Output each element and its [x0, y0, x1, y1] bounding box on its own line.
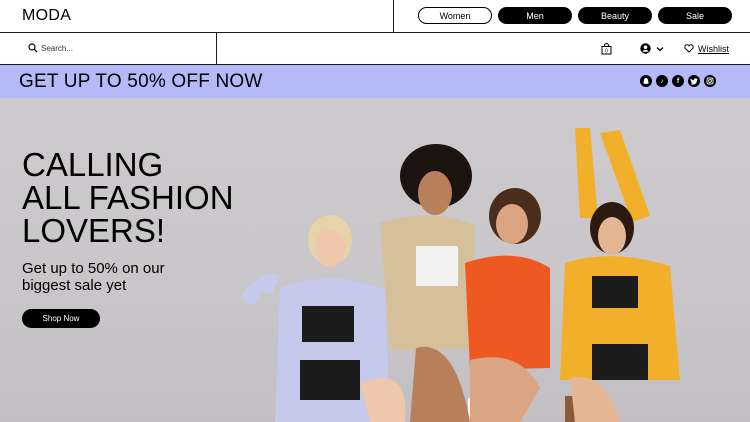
wishlist-label: Wishlist	[698, 43, 729, 54]
search-row: 0 Wishlist	[0, 33, 750, 65]
hero-subline: Get up to 50% on our biggest sale yet	[22, 260, 165, 294]
shopping-bag-icon: 0	[601, 42, 612, 54]
logo[interactable]: MODA	[22, 7, 71, 25]
model-figure	[240, 215, 406, 422]
snapchat-icon[interactable]	[640, 75, 652, 87]
category-sale-button[interactable]: Sale	[658, 7, 732, 24]
account-menu[interactable]	[640, 33, 664, 64]
category-nav: Women Men Beauty Sale	[418, 7, 732, 24]
heart-icon	[684, 44, 694, 53]
top-bar: MODA Women Men Beauty Sale	[0, 0, 750, 33]
cart-button[interactable]: 0	[601, 33, 612, 64]
hero-headline-line: ALL FASHION	[22, 179, 234, 216]
category-women-button[interactable]: Women	[418, 7, 492, 24]
hero-section: CALLING ALL FASHION LOVERS! Get up to 50…	[0, 98, 750, 422]
hero-headline-line: CALLING	[22, 146, 164, 183]
chevron-down-icon	[656, 46, 664, 51]
hero-image-models	[240, 128, 680, 422]
tiktok-icon[interactable]: ♪	[656, 75, 668, 87]
promo-text: GET UP TO 50% OFF NOW	[19, 71, 263, 92]
shop-now-button[interactable]: Shop Now	[22, 309, 100, 328]
category-men-button[interactable]: Men	[498, 7, 572, 24]
model-figure	[560, 128, 680, 422]
facebook-icon[interactable]: f	[672, 75, 684, 87]
promo-banner: GET UP TO 50% OFF NOW ♪ f	[0, 65, 750, 98]
hero-headline: CALLING ALL FASHION LOVERS!	[22, 148, 262, 247]
wishlist-link[interactable]: Wishlist	[684, 33, 729, 64]
category-beauty-button[interactable]: Beauty	[578, 7, 652, 24]
model-figure	[465, 188, 550, 422]
search-box[interactable]	[0, 33, 217, 64]
search-input[interactable]	[41, 44, 201, 53]
model-figure	[380, 144, 475, 422]
hero-headline-line: LOVERS!	[22, 212, 166, 249]
account-icon	[640, 43, 651, 54]
svg-text:0: 0	[605, 48, 608, 54]
instagram-icon[interactable]	[704, 75, 716, 87]
divider	[393, 0, 394, 33]
social-links: ♪ f	[640, 75, 716, 87]
search-icon	[28, 43, 38, 53]
twitter-icon[interactable]	[688, 75, 700, 87]
